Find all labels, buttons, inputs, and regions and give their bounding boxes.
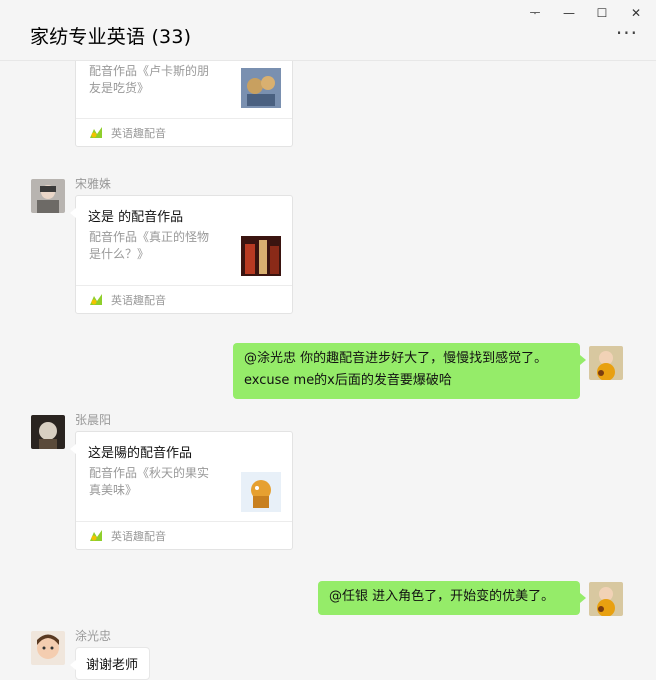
pin-button[interactable]: ᅮ: [524, 4, 546, 22]
avatar[interactable]: [589, 582, 623, 616]
message-text: @任银 进入角色了，开始变的优美了。: [329, 589, 555, 604]
bubble-tail: [580, 593, 586, 603]
avatar[interactable]: [31, 415, 65, 449]
message-bubble-outgoing[interactable]: @任银 进入角色了，开始变的优美了。: [318, 581, 586, 615]
card-description: 配音作品《真正的怪物是什么？》: [89, 230, 210, 261]
card-description: 配音作品《卢卡斯的朋友是吃货》: [89, 64, 210, 95]
chat-title: 家纺专业英语 (33): [30, 26, 192, 48]
message-bubble-incoming[interactable]: 谢谢老师: [70, 647, 150, 680]
app-name: 英语趣配音: [111, 294, 166, 307]
bubble-tail: [580, 355, 586, 365]
bubble-tail: [70, 444, 76, 454]
avatar[interactable]: [31, 631, 65, 665]
sender-name: 张晨阳: [75, 413, 112, 427]
video-thumbnail: [241, 68, 281, 108]
avatar[interactable]: [31, 179, 65, 213]
minimize-button[interactable]: —: [558, 4, 580, 22]
app-logo-icon: [90, 127, 102, 138]
card-footer: 英语趣配音: [76, 118, 292, 146]
video-thumbnail: [241, 236, 281, 276]
app-logo-icon: [90, 294, 102, 305]
maximize-button[interactable]: ☐: [591, 4, 613, 22]
card-title: 这是 的配音作品: [88, 210, 184, 225]
title-bar: 家纺专业英语 (33) ᅮ — ☐ ✕ ···: [0, 0, 656, 61]
app-name: 英语趣配音: [111, 127, 166, 140]
avatar[interactable]: [589, 346, 623, 380]
sender-name: 宋雅姝: [75, 177, 112, 191]
message-text: 谢谢老师: [86, 658, 139, 673]
card-description: 配音作品《秋天的果实真美味》: [89, 466, 210, 497]
message-bubble-outgoing[interactable]: @涂光忠 你的趣配音进步好大了，慢慢找到感觉了。excuse me的x后面的发音…: [233, 343, 586, 399]
video-thumbnail: [241, 472, 281, 512]
bubble-tail: [70, 208, 76, 218]
more-options-icon[interactable]: ···: [616, 23, 638, 43]
card-title: 这是陽的配音作品: [88, 446, 193, 461]
sender-name: 涂光忠: [75, 629, 112, 643]
card-footer: 英语趣配音: [76, 285, 292, 313]
shared-card[interactable]: 这是 的配音作品 配音作品《真正的怪物是什么？》 英语趣配音: [70, 195, 293, 314]
message-text: @涂光忠 你的趣配音进步好大了，慢慢找到感觉了。excuse me的x后面的发音…: [244, 351, 548, 388]
app-logo-icon: [90, 530, 102, 541]
bubble-tail: [70, 660, 76, 670]
close-button[interactable]: ✕: [625, 4, 647, 22]
card-footer: 英语趣配音: [76, 521, 292, 549]
shared-card[interactable]: 这是陽的配音作品 配音作品《秋天的果实真美味》 英语趣配音: [70, 431, 293, 550]
shared-card[interactable]: 配音作品《卢卡斯的朋友是吃货》 英语趣配音: [75, 61, 293, 147]
app-name: 英语趣配音: [111, 530, 166, 543]
chat-area[interactable]: 配音作品《卢卡斯的朋友是吃货》 英语趣配音 宋雅姝 这是 的配音作品 配音作品《…: [0, 61, 656, 680]
